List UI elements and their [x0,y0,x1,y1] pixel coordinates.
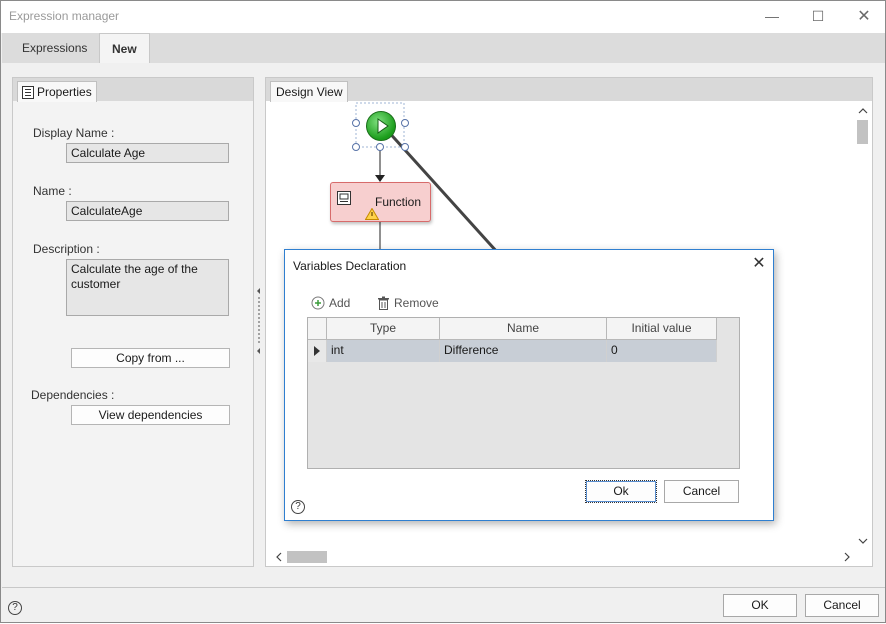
cell-initial-value[interactable]: 0 [607,340,717,362]
function-icon [337,191,351,205]
ok-button[interactable]: OK [723,594,797,617]
variables-declaration-dialog: Variables Declaration ✕ Add Remove Type … [284,249,774,521]
cell-type[interactable]: int [327,340,440,362]
scroll-left-icon[interactable] [273,549,285,565]
row-indicator-icon [308,340,327,362]
remove-label: Remove [394,296,439,310]
column-header-name[interactable]: Name [440,318,607,340]
function-node-label: Function [375,195,422,209]
scroll-up-icon[interactable] [855,105,871,117]
dialog-cancel-button[interactable]: Cancel [664,480,739,503]
add-label: Add [329,296,351,310]
column-header-type[interactable]: Type [327,318,440,340]
add-variable-button[interactable]: Add [311,296,350,310]
function-node[interactable]: Function [330,182,431,222]
remove-variable-button[interactable]: Remove [377,296,439,310]
horizontal-scroll-thumb[interactable] [287,551,327,563]
dialog-ok-button[interactable]: Ok [585,480,657,503]
play-icon [377,118,389,134]
add-icon [311,296,325,310]
trash-icon [378,296,389,310]
cell-name[interactable]: Difference [440,340,607,362]
grid-header: Type Name Initial value [308,318,717,340]
start-node[interactable] [366,111,396,141]
scroll-right-icon[interactable] [841,549,853,565]
cancel-button[interactable]: Cancel [805,594,879,617]
dialog-close-icon[interactable]: ✕ [749,254,769,274]
table-row[interactable]: int Difference 0 [308,340,717,362]
warning-icon [365,208,379,220]
scroll-down-icon[interactable] [855,535,871,547]
row-header-corner [308,318,327,340]
footer-divider [2,587,885,588]
vertical-scroll-thumb[interactable] [857,120,868,144]
variables-grid[interactable]: Type Name Initial value int Difference 0 [307,317,740,469]
horizontal-scrollbar[interactable] [271,549,855,565]
vertical-scrollbar[interactable] [855,103,871,549]
dialog-help-icon[interactable]: ? [291,500,305,514]
help-icon[interactable]: ? [8,601,22,615]
expression-manager-window: Expression manager — ☐ ✕ Expressions New… [0,0,886,623]
dialog-title: Variables Declaration [293,259,407,273]
column-header-initial-value[interactable]: Initial value [607,318,717,340]
